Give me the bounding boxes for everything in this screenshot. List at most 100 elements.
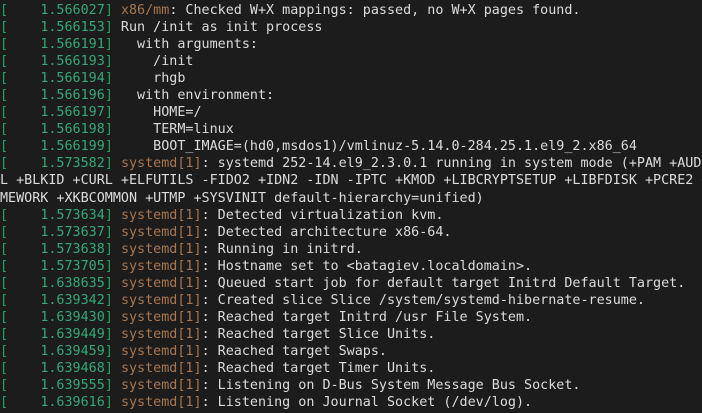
terminal-console[interactable]: [ 1.566027] x86/mm: Checked W+X mappings… — [0, 2, 702, 411]
bracket-close: ] — [104, 224, 113, 240]
bracket-open: [ — [0, 378, 41, 394]
log-line: [ 1.639616] systemd[1]: Listening on Jou… — [0, 394, 702, 411]
log-source: systemd[1] — [120, 395, 202, 411]
log-line: L +BLKID +CURL +ELFUTILS -FIDO2 +IDN2 -I… — [0, 172, 702, 189]
log-message: TERM=linux — [112, 122, 234, 138]
bracket-close: ] — [104, 309, 113, 325]
log-line: [ 1.639342] systemd[1]: Created slice Sl… — [0, 292, 702, 309]
bracket-close: ] — [104, 241, 113, 257]
log-timestamp: 1.566153 — [40, 20, 105, 36]
bracket-close: ] — [104, 343, 113, 359]
log-line: [ 1.566194] rhgb — [0, 70, 702, 87]
bracket-open: [ — [0, 326, 41, 342]
bracket-open: [ — [0, 54, 41, 70]
log-source: systemd[1] — [120, 292, 202, 308]
log-line: [ 1.573637] systemd[1]: Detected archite… — [0, 224, 702, 241]
bracket-close: ] — [104, 139, 113, 155]
log-line: [ 1.638635] systemd[1]: Queued start job… — [0, 275, 702, 292]
log-message: Run /init as init process — [112, 20, 323, 36]
log-timestamp: 1.573634 — [40, 207, 105, 223]
log-line: [ 1.639449] systemd[1]: Reached target S… — [0, 326, 702, 343]
log-source: systemd[1] — [120, 207, 202, 223]
log-line: [ 1.566027] x86/mm: Checked W+X mappings… — [0, 2, 702, 19]
log-source: systemd[1] — [120, 241, 202, 257]
log-line: [ 1.573638] systemd[1]: Running in initr… — [0, 241, 702, 258]
log-line: [ 1.566193] /init — [0, 53, 702, 70]
bracket-close: ] — [104, 20, 113, 36]
bracket-open: [ — [0, 37, 41, 53]
log-timestamp: 1.566027 — [40, 3, 105, 18]
bracket-open: [ — [0, 292, 41, 308]
bracket-open: [ — [0, 105, 41, 121]
log-message: with arguments: — [112, 37, 258, 53]
log-message: MEWORK +XKBCOMMON +UTMP +SYSVINIT defaul… — [0, 190, 484, 206]
bracket-close: ] — [104, 37, 113, 53]
log-timestamp: 1.639555 — [40, 378, 105, 394]
log-message: : systemd 252-14.el9_2.3.0.1 running in … — [201, 156, 702, 172]
bracket-open: [ — [0, 20, 41, 36]
log-timestamp: 1.639616 — [40, 395, 105, 411]
bracket-open: [ — [0, 224, 41, 240]
bracket-open: [ — [0, 139, 41, 155]
log-message: : Reached target Initrd /usr File System… — [201, 309, 533, 325]
log-timestamp: 1.566196 — [40, 88, 105, 104]
log-timestamp: 1.573705 — [40, 258, 105, 274]
bracket-close: ] — [104, 360, 113, 376]
log-timestamp: 1.639342 — [40, 292, 105, 308]
bracket-close: ] — [104, 105, 113, 121]
bracket-close: ] — [104, 395, 113, 411]
log-timestamp: 1.566193 — [40, 54, 105, 70]
log-message: : Hostname set to <batagiev.localdomain>… — [201, 258, 533, 274]
log-source: x86/mm — [120, 3, 170, 18]
log-timestamp: 1.566194 — [40, 71, 105, 87]
log-message: : Listening on Journal Socket (/dev/log)… — [201, 395, 533, 411]
log-line: [ 1.639430] systemd[1]: Reached target I… — [0, 309, 702, 326]
log-message: : Detected architecture x86-64. — [201, 224, 452, 240]
log-message: BOOT_IMAGE=(hd0,msdos1)/vmlinuz-5.14.0-2… — [112, 139, 637, 155]
log-source: systemd[1] — [120, 258, 202, 274]
log-message: : Created slice Slice /system/systemd-hi… — [201, 292, 645, 308]
bracket-close: ] — [104, 207, 113, 223]
log-line: [ 1.566196] with environment: — [0, 87, 702, 104]
log-message: : Queued start job for default target In… — [201, 275, 686, 291]
log-message: : Reached target Slice Units. — [201, 326, 436, 342]
bracket-open: [ — [0, 156, 41, 172]
bracket-open: [ — [0, 309, 41, 325]
log-timestamp: 1.639468 — [40, 360, 105, 376]
log-message: HOME=/ — [112, 105, 202, 121]
bracket-close: ] — [104, 88, 113, 104]
log-message: /init — [112, 54, 194, 70]
bracket-open: [ — [0, 88, 41, 104]
bracket-open: [ — [0, 71, 41, 87]
bracket-open: [ — [0, 241, 41, 257]
log-line: [ 1.566198] TERM=linux — [0, 121, 702, 138]
bracket-open: [ — [0, 3, 41, 18]
log-source: systemd[1] — [120, 343, 202, 359]
log-timestamp: 1.639449 — [40, 326, 105, 342]
log-timestamp: 1.573637 — [40, 224, 105, 240]
log-timestamp: 1.566197 — [40, 105, 105, 121]
log-line: [ 1.573705] systemd[1]: Hostname set to … — [0, 258, 702, 275]
log-message: : Running in initrd. — [201, 241, 363, 257]
log-timestamp: 1.573582 — [40, 156, 105, 172]
log-message: : Reached target Timer Units. — [201, 360, 436, 376]
log-timestamp: 1.566191 — [40, 37, 105, 53]
bracket-close: ] — [104, 54, 113, 70]
log-line: [ 1.639555] systemd[1]: Listening on D-B… — [0, 377, 702, 394]
log-timestamp: 1.639459 — [40, 343, 105, 359]
bracket-close: ] — [104, 326, 113, 342]
log-message: : Detected virtualization kvm. — [201, 207, 444, 223]
log-message: rhgb — [112, 71, 186, 87]
log-line: [ 1.566199] BOOT_IMAGE=(hd0,msdos1)/vmli… — [0, 138, 702, 155]
log-timestamp: 1.573638 — [40, 241, 105, 257]
bracket-close: ] — [104, 156, 113, 172]
bracket-close: ] — [104, 71, 113, 87]
bracket-close: ] — [104, 275, 113, 291]
log-line: [ 1.566197] HOME=/ — [0, 104, 702, 121]
log-message: with environment: — [112, 88, 275, 104]
log-message: L +BLKID +CURL +ELFUTILS -FIDO2 +IDN2 -I… — [0, 173, 702, 189]
log-message: : Checked W+X mappings: passed, no W+X p… — [169, 3, 581, 18]
log-timestamp: 1.566199 — [40, 139, 105, 155]
log-line: [ 1.573634] systemd[1]: Detected virtual… — [0, 207, 702, 224]
log-source: systemd[1] — [120, 326, 202, 342]
